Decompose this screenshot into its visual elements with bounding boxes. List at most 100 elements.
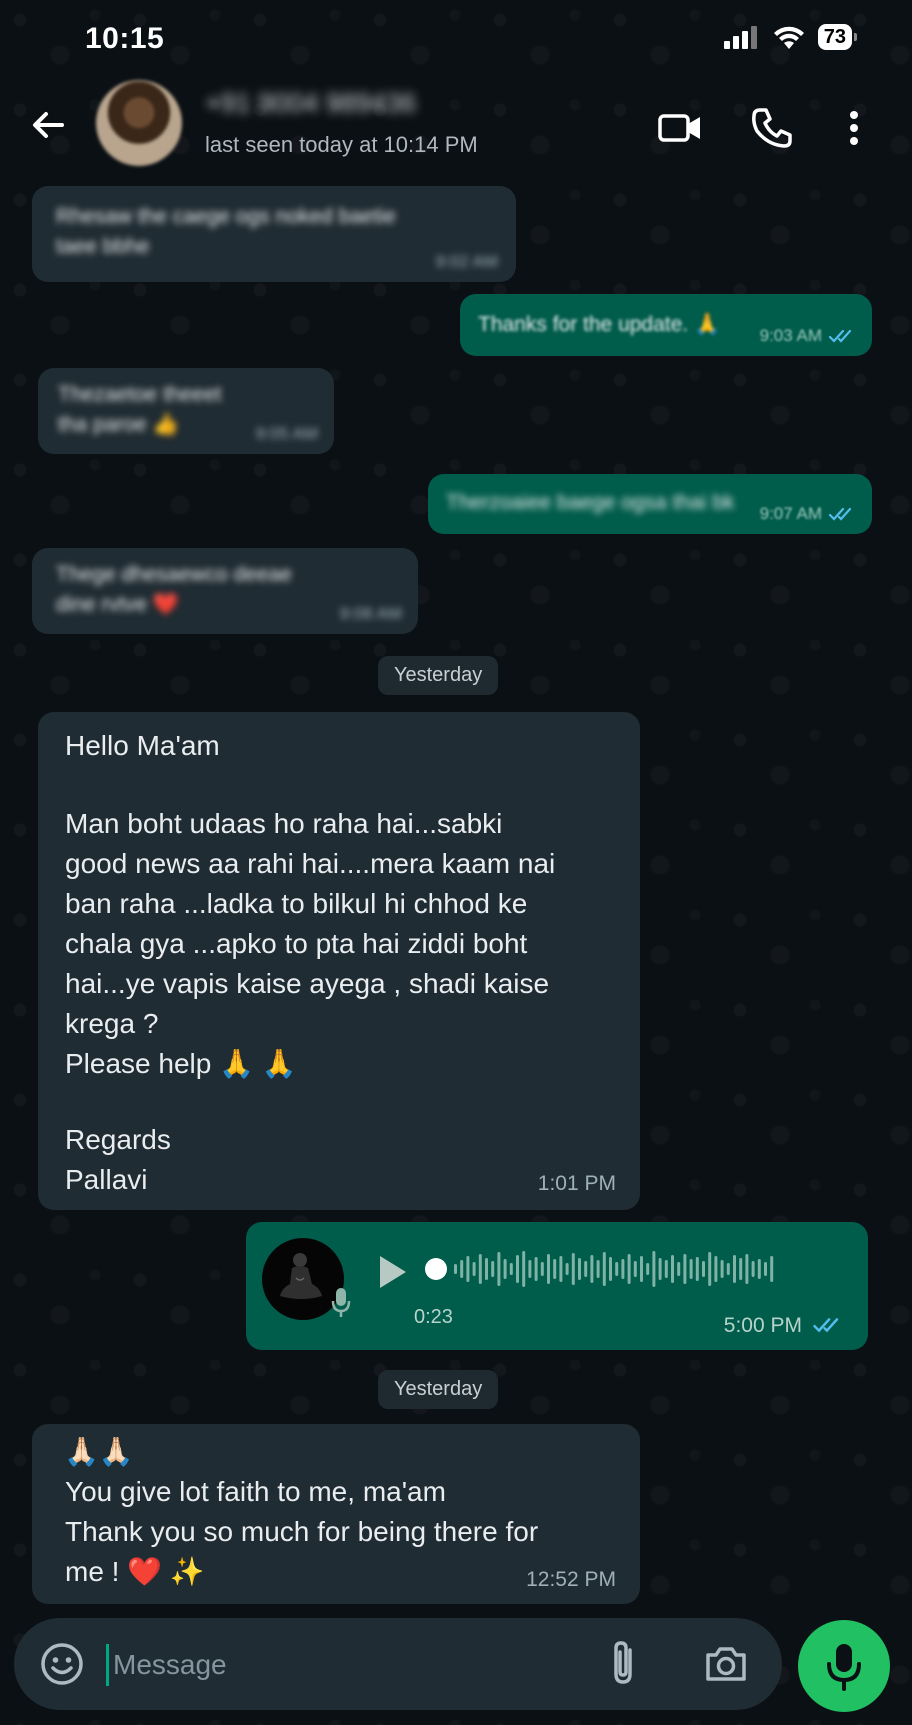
waveform-bar — [714, 1256, 718, 1282]
message-text: Thezaetoe theeet tha paroe 👍 — [58, 383, 222, 436]
waveform-bar — [565, 1263, 569, 1275]
message-bubble-incoming[interactable]: Hello Ma'am Man boht udaas ho raha hai..… — [38, 712, 640, 1210]
message-time: 9:02 AM — [435, 252, 498, 271]
waveform-bar — [534, 1257, 538, 1281]
waveform-bar — [553, 1259, 557, 1279]
waveform-bar — [503, 1259, 507, 1279]
contact-name[interactable]: +91 9004 989436 — [205, 88, 416, 119]
message-text: Therzoaiee baege ogsa thai bk — [446, 491, 735, 514]
waveform-bar — [454, 1264, 457, 1274]
waveform-bar — [547, 1254, 550, 1284]
message-time: 9:08 AM — [339, 604, 402, 623]
waveform-bar — [590, 1255, 594, 1283]
voice-message-bubble[interactable]: 0:23 5:00 PM — [246, 1222, 868, 1350]
waveform-bar — [646, 1263, 650, 1275]
message-bubble-incoming[interactable]: 🙏🏻🙏🏻 You give lot faith to me, ma'am Tha… — [32, 1424, 640, 1604]
waveform-bar — [739, 1258, 743, 1280]
message-signoff: Regards Pallavi — [65, 1124, 171, 1195]
message-bubble-incoming[interactable]: Rhesaw the caege ogs noked baetie taee b… — [32, 186, 516, 282]
last-seen-status: last seen today at 10:14 PM — [205, 132, 478, 157]
waveform-bar — [627, 1254, 631, 1284]
waveform-bar — [528, 1260, 532, 1278]
attachment-icon[interactable] — [604, 1638, 644, 1690]
message-body: Man boht udaas ho raha hai...sabki good … — [65, 808, 556, 1079]
message-emoji: 🙏🏻🙏🏻 — [64, 1436, 134, 1467]
waveform-bar — [751, 1261, 755, 1277]
audio-waveform[interactable] — [424, 1244, 784, 1294]
message-time: 9:05 AM — [255, 424, 318, 443]
waveform-bar — [540, 1262, 544, 1276]
waveform-bar — [584, 1261, 588, 1277]
message-time: 9:07 AM — [759, 504, 822, 523]
waveform-bar — [460, 1260, 464, 1278]
play-icon[interactable] — [374, 1252, 410, 1292]
waveform-bar — [764, 1262, 767, 1276]
waveform-bar — [633, 1261, 637, 1277]
message-time: 9:03 AM — [759, 326, 822, 345]
status-icons: 73 — [723, 24, 858, 50]
message-bubble-outgoing[interactable]: Thanks for the update. 🙏 9:03 AM — [460, 294, 872, 356]
waveform-bar — [472, 1262, 476, 1276]
voice-record-button[interactable] — [798, 1620, 890, 1712]
mic-badge-icon — [331, 1288, 351, 1317]
waveform-bar — [664, 1260, 668, 1278]
waveform-bar — [485, 1258, 488, 1280]
message-input[interactable] — [106, 1644, 565, 1686]
waveform-bar — [671, 1255, 674, 1283]
waveform-bar — [720, 1260, 724, 1278]
waveform-bar — [640, 1256, 643, 1282]
waveform-bar — [726, 1263, 730, 1275]
date-separator: Yesterday — [378, 1370, 499, 1409]
message-bubble-incoming[interactable]: Thege dhesaewco deeae dine rvtve ❤️ 9:08… — [32, 548, 418, 634]
waveform-bar — [578, 1258, 581, 1280]
signal-icon — [723, 26, 757, 49]
message-bubble-incoming[interactable]: Thezaetoe theeet tha paroe 👍 9:05 AM — [38, 368, 334, 454]
waveform-bar — [615, 1262, 619, 1276]
waveform-bar — [652, 1251, 656, 1287]
waveform-bar — [602, 1252, 606, 1286]
message-bubble-outgoing[interactable]: Therzoaiee baege ogsa thai bk 9:07 AM — [428, 474, 872, 534]
waveform-bar — [609, 1257, 612, 1281]
waveform-bar — [478, 1254, 482, 1284]
waveform-bar — [757, 1259, 761, 1279]
message-time: 5:00 PM — [723, 1314, 802, 1337]
waveform-bar — [708, 1252, 712, 1286]
waveform-bar — [702, 1261, 705, 1277]
waveform-bar — [683, 1254, 687, 1284]
back-arrow-icon[interactable] — [24, 100, 74, 150]
read-receipt-icon — [813, 1318, 839, 1333]
waveform-bar — [559, 1256, 563, 1282]
waveform-bar — [770, 1256, 774, 1282]
voice-duration: 0:23 — [414, 1306, 453, 1328]
waveform-bar — [658, 1258, 662, 1280]
waveform-bar — [745, 1254, 749, 1284]
waveform-bar — [677, 1262, 681, 1276]
message-text: Thege dhesaewco deeae dine rvtve ❤️ — [56, 563, 292, 616]
waveform-bar — [509, 1263, 513, 1275]
message-composer — [14, 1618, 782, 1710]
message-time: 12:52 PM — [526, 1568, 616, 1591]
contact-avatar[interactable] — [96, 80, 182, 166]
read-receipt-icon — [828, 329, 852, 343]
status-time: 10:15 — [85, 22, 165, 55]
waveform-bar — [491, 1261, 495, 1277]
video-call-icon[interactable] — [656, 104, 704, 152]
message-text: Thanks for the update. 🙏 — [478, 313, 721, 336]
waveform-bar — [695, 1257, 699, 1281]
waveform-bar — [689, 1259, 693, 1279]
waveform-bar — [466, 1256, 470, 1282]
date-separator: Yesterday — [378, 656, 499, 695]
more-options-icon[interactable] — [840, 104, 868, 152]
message-text: Rhesaw the caege ogs noked baetie taee b… — [56, 205, 396, 258]
wifi-icon — [773, 26, 804, 49]
waveform-bar — [621, 1259, 625, 1279]
message-greeting: Hello Ma'am — [65, 730, 220, 761]
waveform-bar — [497, 1252, 501, 1286]
phone-call-icon[interactable] — [748, 104, 796, 152]
waveform-bar — [596, 1260, 600, 1278]
emoji-icon[interactable] — [38, 1640, 86, 1688]
read-receipt-icon — [828, 507, 852, 521]
waveform-bar — [571, 1253, 575, 1285]
status-bar: 10:15 73 — [0, 0, 912, 80]
camera-icon[interactable] — [702, 1640, 750, 1688]
